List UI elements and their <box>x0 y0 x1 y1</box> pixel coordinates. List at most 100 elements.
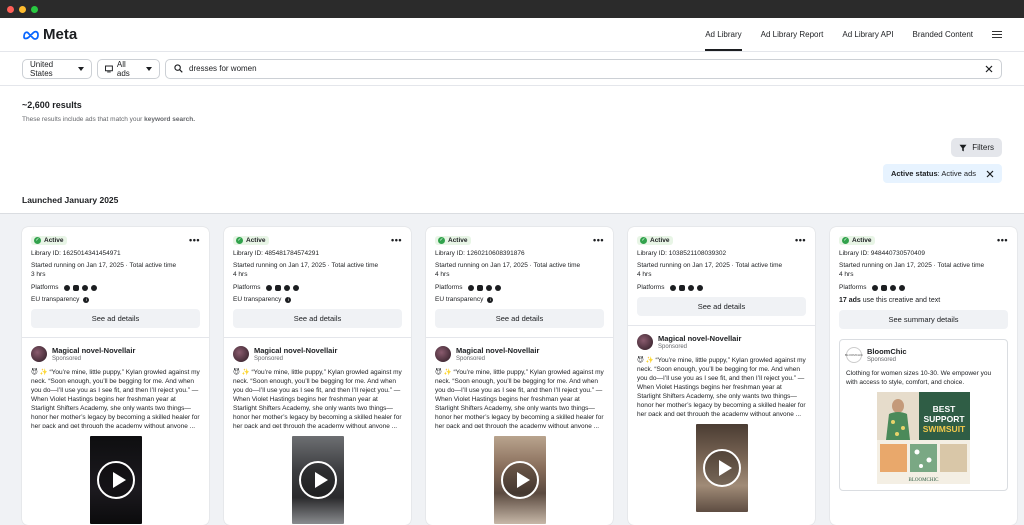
platforms-label: Platforms <box>839 284 867 292</box>
filters-button[interactable]: Filters <box>951 138 1002 157</box>
advertiser-logo[interactable]: BLOOMCHIC <box>845 347 863 364</box>
advertiser-name[interactable]: Magical novel-Novellair <box>52 346 135 355</box>
facebook-icon <box>64 284 71 291</box>
results-subtitle: These results include ads that match you… <box>22 116 1002 123</box>
platforms-row: Platforms <box>637 284 806 291</box>
status-chip-text: Active status: Active ads <box>891 169 976 178</box>
see-summary-details-button[interactable]: See summary details <box>839 310 1008 330</box>
ad-type-select[interactable]: All ads <box>97 58 160 79</box>
eu-transparency-label: EU transparency <box>233 296 282 304</box>
nav-links: Ad Library Ad Library Report Ad Library … <box>705 18 1002 51</box>
play-icon[interactable] <box>96 461 135 500</box>
country-select[interactable]: United States <box>22 58 92 79</box>
see-ad-details-button[interactable]: See ad details <box>637 297 806 317</box>
status-chip-value: : Active ads <box>937 169 976 178</box>
status-badge-label: Active <box>246 236 266 244</box>
advertiser-avatar[interactable] <box>31 346 47 363</box>
sponsored-label: Sponsored <box>456 356 486 363</box>
instagram-icon <box>275 284 282 291</box>
ad-creative-image[interactable]: BEST SUPPORT SWIMSUIT BLOOMCHIC <box>877 392 970 485</box>
advertiser-avatar[interactable] <box>637 334 653 351</box>
audience-network-icon <box>688 284 695 291</box>
advertiser-name[interactable]: Magical novel-Novellair <box>456 346 539 355</box>
ad-card: ✓ Active ••• Library ID: 1625014341454971… <box>22 227 209 525</box>
instagram-icon <box>477 284 484 291</box>
search-input[interactable] <box>189 64 979 73</box>
more-options-icon[interactable]: ••• <box>795 235 806 245</box>
advertiser-row: Magical novel-Novellair Sponsored <box>22 338 209 363</box>
hamburger-menu-icon[interactable] <box>992 31 1002 38</box>
ad-video-thumbnail[interactable] <box>493 436 546 525</box>
ad-preview-card: BLOOMCHIC BloomChic Sponsored Clothing fo… <box>839 339 1008 492</box>
remove-filter-icon[interactable] <box>986 170 994 178</box>
advertiser-name[interactable]: BloomChic <box>867 347 907 356</box>
nav-ad-library[interactable]: Ad Library <box>705 18 743 51</box>
advertiser-name[interactable]: Magical novel-Novellair <box>658 334 741 343</box>
info-icon[interactable]: i <box>487 296 494 303</box>
start-date-text: Started running on Jan 17, 2025 · Total … <box>233 261 379 269</box>
info-icon[interactable]: i <box>83 296 90 303</box>
meta-infinity-icon <box>23 30 39 40</box>
audience-network-icon <box>890 284 897 291</box>
summary-count-number: 17 ads <box>839 297 861 305</box>
start-date: Started running on Jan 17, 2025 · Total … <box>31 262 200 280</box>
meta-logo[interactable]: Meta <box>22 26 77 43</box>
messenger-icon <box>495 284 502 291</box>
active-status-chip[interactable]: Active status: Active ads <box>882 164 1002 183</box>
platforms-label: Platforms <box>233 284 261 292</box>
eu-transparency[interactable]: EU transparency i <box>435 296 604 303</box>
messenger-icon <box>697 284 704 291</box>
eu-transparency[interactable]: EU transparency i <box>31 296 200 303</box>
more-options-icon[interactable]: ••• <box>593 235 604 245</box>
eu-transparency[interactable]: EU transparency i <box>233 296 402 303</box>
sponsored-label: Sponsored <box>254 356 284 363</box>
clear-search-icon[interactable] <box>985 65 993 73</box>
active-duration: 4 hrs <box>839 270 854 278</box>
more-options-icon[interactable]: ••• <box>189 235 200 245</box>
nav-branded-content[interactable]: Branded Content <box>913 18 974 51</box>
messenger-icon <box>293 284 300 291</box>
search-icon <box>174 64 183 73</box>
advertiser-name[interactable]: Magical novel-Novellair <box>254 346 337 355</box>
instagram-icon <box>679 284 686 291</box>
ad-card: ✓ Active ••• Library ID: 1038521108039302… <box>628 227 815 525</box>
ad-video-thumbnail[interactable] <box>291 436 344 525</box>
platforms-label: Platforms <box>637 284 665 292</box>
caret-down-icon <box>78 66 84 71</box>
play-icon[interactable] <box>500 461 539 500</box>
advertiser-avatar[interactable] <box>435 346 451 363</box>
monitor-icon <box>105 65 113 72</box>
see-ad-details-button[interactable]: See ad details <box>435 309 604 329</box>
nav-ad-library-report[interactable]: Ad Library Report <box>761 18 824 51</box>
advertiser-avatar[interactable] <box>233 346 249 363</box>
search-bar: United States All ads <box>0 52 1024 86</box>
info-icon[interactable]: i <box>285 296 292 303</box>
sponsored-label: Sponsored <box>658 344 688 351</box>
audience-network-icon <box>486 284 493 291</box>
ad-body-text: 😈 ✨ “You’re mine, little puppy,” Kylan g… <box>637 357 806 417</box>
minimize-window-dot[interactable] <box>19 5 26 13</box>
ad-card: ✓ Active ••• Library ID: 948440730570409 … <box>830 227 1017 525</box>
facebook-icon <box>266 284 273 291</box>
creative-graphic: BEST SUPPORT SWIMSUIT BLOOMCHIC <box>877 392 970 485</box>
ad-video-thumbnail[interactable] <box>89 436 142 525</box>
start-date: Started running on Jan 17, 2025 · Total … <box>839 262 1008 280</box>
library-id: Library ID: 1038521108039302 <box>637 250 727 257</box>
maximize-window-dot[interactable] <box>31 5 38 13</box>
status-badge: ✓ Active <box>233 235 269 245</box>
ad-video-thumbnail[interactable] <box>695 424 748 513</box>
close-window-dot[interactable] <box>7 5 14 13</box>
play-icon[interactable] <box>702 449 741 488</box>
status-badge: ✓ Active <box>637 235 673 245</box>
more-options-icon[interactable]: ••• <box>997 235 1008 245</box>
nav-ad-library-api[interactable]: Ad Library API <box>842 18 893 51</box>
see-ad-details-button[interactable]: See ad details <box>31 309 200 329</box>
search-box[interactable] <box>165 58 1002 79</box>
eu-transparency-label: EU transparency <box>435 296 484 304</box>
play-icon[interactable] <box>298 461 337 500</box>
sponsored-label: Sponsored <box>52 356 82 363</box>
see-ad-details-button[interactable]: See ad details <box>233 309 402 329</box>
eu-transparency-label: EU transparency <box>31 296 80 304</box>
status-badge-label: Active <box>44 236 64 244</box>
more-options-icon[interactable]: ••• <box>391 235 402 245</box>
